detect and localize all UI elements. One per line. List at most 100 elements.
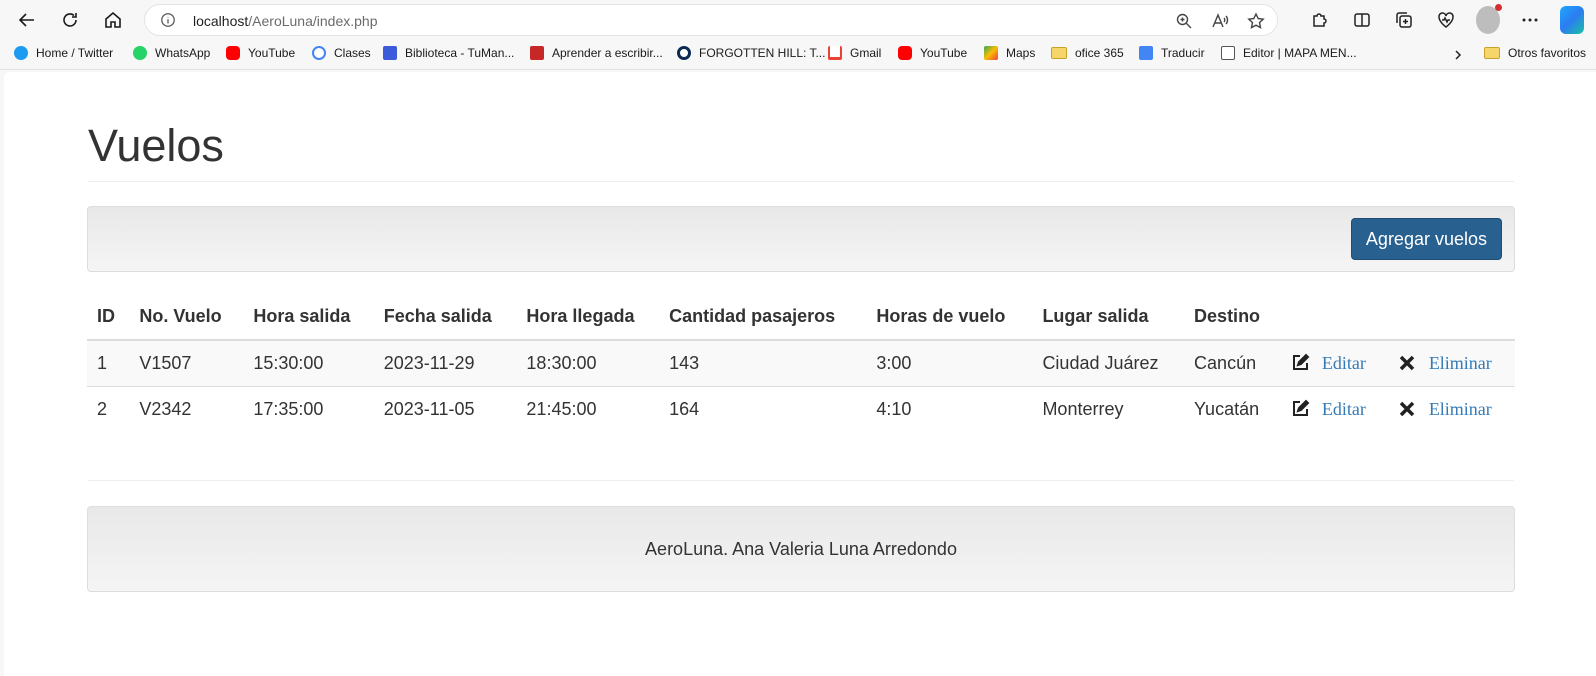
info-icon[interactable] bbox=[159, 11, 177, 29]
bookmark-item[interactable]: FORGOTTEN HILL: T... bbox=[677, 46, 825, 60]
delete-link[interactable]: Eliminar bbox=[1429, 399, 1492, 420]
actions-panel: Agregar vuelos bbox=[87, 206, 1515, 272]
bookmark-label: Gmail bbox=[850, 46, 882, 60]
cell-departure-time: 17:35:00 bbox=[243, 385, 374, 432]
column-header: Horas de vuelo bbox=[866, 294, 1033, 341]
copilot-logo bbox=[1560, 6, 1584, 34]
bookmark-label: Clases bbox=[334, 46, 371, 60]
translate-icon bbox=[1139, 46, 1153, 60]
other-favorites-folder[interactable]: Otros favoritos bbox=[1484, 46, 1586, 60]
bookmark-item[interactable]: Traducir bbox=[1139, 46, 1205, 60]
bookmark-label: FORGOTTEN HILL: T... bbox=[699, 46, 826, 60]
edit-link[interactable]: Editar bbox=[1322, 353, 1366, 374]
bookmark-item[interactable]: YouTube bbox=[226, 46, 295, 60]
collections-icon[interactable] bbox=[1392, 6, 1416, 34]
bookmark-item[interactable]: Maps bbox=[984, 46, 1035, 60]
cell-passengers: 164 bbox=[659, 385, 867, 432]
cell-passengers: 143 bbox=[659, 339, 867, 386]
youtube-icon bbox=[898, 46, 912, 60]
edit-icon[interactable] bbox=[1290, 399, 1310, 419]
split-screen-icon[interactable] bbox=[1350, 6, 1374, 34]
avatar bbox=[1476, 4, 1502, 34]
cell-arrival-time: 18:30:00 bbox=[516, 339, 660, 386]
folder-icon bbox=[1051, 47, 1067, 59]
cell-flight-hours: 3:00 bbox=[866, 339, 1033, 386]
other-favorites-label: Otros favoritos bbox=[1508, 46, 1587, 60]
delete-x-icon[interactable] bbox=[1397, 399, 1417, 419]
cell-edit: Editar bbox=[1279, 339, 1387, 386]
bookmark-item[interactable]: Aprender a escribir... bbox=[530, 46, 663, 60]
table-header-row: ID No. Vuelo Hora salida Fecha salida Ho… bbox=[87, 294, 1515, 341]
back-arrow-icon[interactable] bbox=[13, 6, 41, 34]
column-header: ID bbox=[87, 294, 130, 341]
read-aloud-icon[interactable] bbox=[1209, 10, 1231, 32]
whatsapp-icon bbox=[133, 46, 147, 60]
more-menu-icon[interactable] bbox=[1518, 6, 1542, 34]
youtube-icon bbox=[226, 46, 240, 60]
page-title: Vuelos bbox=[88, 120, 224, 171]
cell-departure-date: 2023-11-05 bbox=[373, 385, 517, 432]
cell-flight-hours: 4:10 bbox=[866, 385, 1033, 432]
extensions-icon[interactable] bbox=[1308, 6, 1332, 34]
copilot-icon[interactable] bbox=[1560, 6, 1584, 34]
twitter-icon bbox=[14, 46, 28, 60]
chevron-right-icon[interactable] bbox=[1448, 45, 1468, 65]
cell-edit: Editar bbox=[1279, 385, 1387, 432]
address-bar[interactable]: localhost/AeroLuna/index.php bbox=[144, 4, 1278, 36]
table-row: 2 V2342 17:35:00 2023-11-05 21:45:00 164… bbox=[87, 385, 1515, 432]
book-icon bbox=[530, 46, 544, 60]
bookmark-item[interactable]: Biblioteca - TuMan... bbox=[383, 46, 514, 60]
edit-icon[interactable] bbox=[1290, 353, 1310, 373]
home-icon[interactable] bbox=[99, 6, 127, 34]
maps-icon bbox=[984, 46, 998, 60]
footer: AeroLuna. Ana Valeria Luna Arredondo bbox=[87, 506, 1515, 592]
delete-x-icon[interactable] bbox=[1397, 353, 1417, 373]
bookmark-label: Aprender a escribir... bbox=[552, 46, 663, 60]
bookmark-folder[interactable]: ofice 365 bbox=[1051, 46, 1124, 60]
add-flights-button[interactable]: Agregar vuelos bbox=[1350, 218, 1502, 260]
cell-origin: Monterrey bbox=[1032, 385, 1185, 432]
profile-avatar[interactable] bbox=[1476, 4, 1502, 34]
bookmark-label: Traducir bbox=[1161, 46, 1205, 60]
bookmark-label: WhatsApp bbox=[155, 46, 211, 60]
bookmark-label: ofice 365 bbox=[1075, 46, 1124, 60]
delete-link[interactable]: Eliminar bbox=[1429, 353, 1492, 374]
bookmark-item[interactable]: Gmail bbox=[828, 46, 881, 60]
column-header: Hora llegada bbox=[516, 294, 660, 341]
cell-flight-number: V2342 bbox=[129, 385, 244, 432]
column-header-delete bbox=[1386, 294, 1515, 341]
edit-link[interactable]: Editar bbox=[1322, 399, 1366, 420]
bookmark-item[interactable]: YouTube bbox=[898, 46, 967, 60]
bookmark-item[interactable]: Home / Twitter bbox=[14, 46, 113, 60]
url-path: /AeroLuna/index.php bbox=[248, 13, 378, 29]
bookmark-label: Editor | MAPA MEN... bbox=[1243, 46, 1357, 60]
column-header-edit bbox=[1279, 294, 1387, 341]
cell-departure-time: 15:30:00 bbox=[243, 339, 374, 386]
folder-icon bbox=[1484, 47, 1500, 59]
column-header: Cantidad pasajeros bbox=[659, 294, 867, 341]
favorite-star-icon[interactable] bbox=[1245, 10, 1267, 32]
bookmark-item[interactable]: Clases bbox=[312, 46, 371, 60]
bookmark-label: Biblioteca - TuMan... bbox=[405, 46, 515, 60]
cell-delete: Eliminar bbox=[1386, 385, 1515, 432]
browser-essentials-icon[interactable] bbox=[1434, 6, 1458, 34]
cell-destination: Yucatán bbox=[1184, 385, 1280, 432]
column-header: Destino bbox=[1184, 294, 1280, 341]
bookmarks-bar: Home / Twitter WhatsApp YouTube Clases B… bbox=[0, 40, 1596, 70]
bookmark-label: Maps bbox=[1006, 46, 1036, 60]
zoom-icon[interactable] bbox=[1173, 10, 1195, 32]
table-row: 1 V1507 15:30:00 2023-11-29 18:30:00 143… bbox=[87, 339, 1515, 386]
flights-table: ID No. Vuelo Hora salida Fecha salida Ho… bbox=[87, 294, 1515, 432]
bookmark-item[interactable]: WhatsApp bbox=[133, 46, 210, 60]
circle-logo-icon bbox=[677, 46, 691, 60]
url-host: localhost bbox=[193, 13, 249, 29]
footer-text: AeroLuna. Ana Valeria Luna Arredondo bbox=[645, 538, 957, 559]
refresh-icon[interactable] bbox=[56, 6, 84, 34]
bookmark-label: YouTube bbox=[920, 46, 968, 60]
bookmark-item[interactable]: Editor | MAPA MEN... bbox=[1221, 46, 1357, 60]
cell-departure-date: 2023-11-29 bbox=[373, 339, 517, 386]
footer-divider bbox=[88, 480, 1514, 481]
column-header: No. Vuelo bbox=[129, 294, 244, 341]
url-text[interactable]: localhost/AeroLuna/index.php bbox=[193, 13, 377, 29]
cell-origin: Ciudad Juárez bbox=[1032, 339, 1185, 386]
